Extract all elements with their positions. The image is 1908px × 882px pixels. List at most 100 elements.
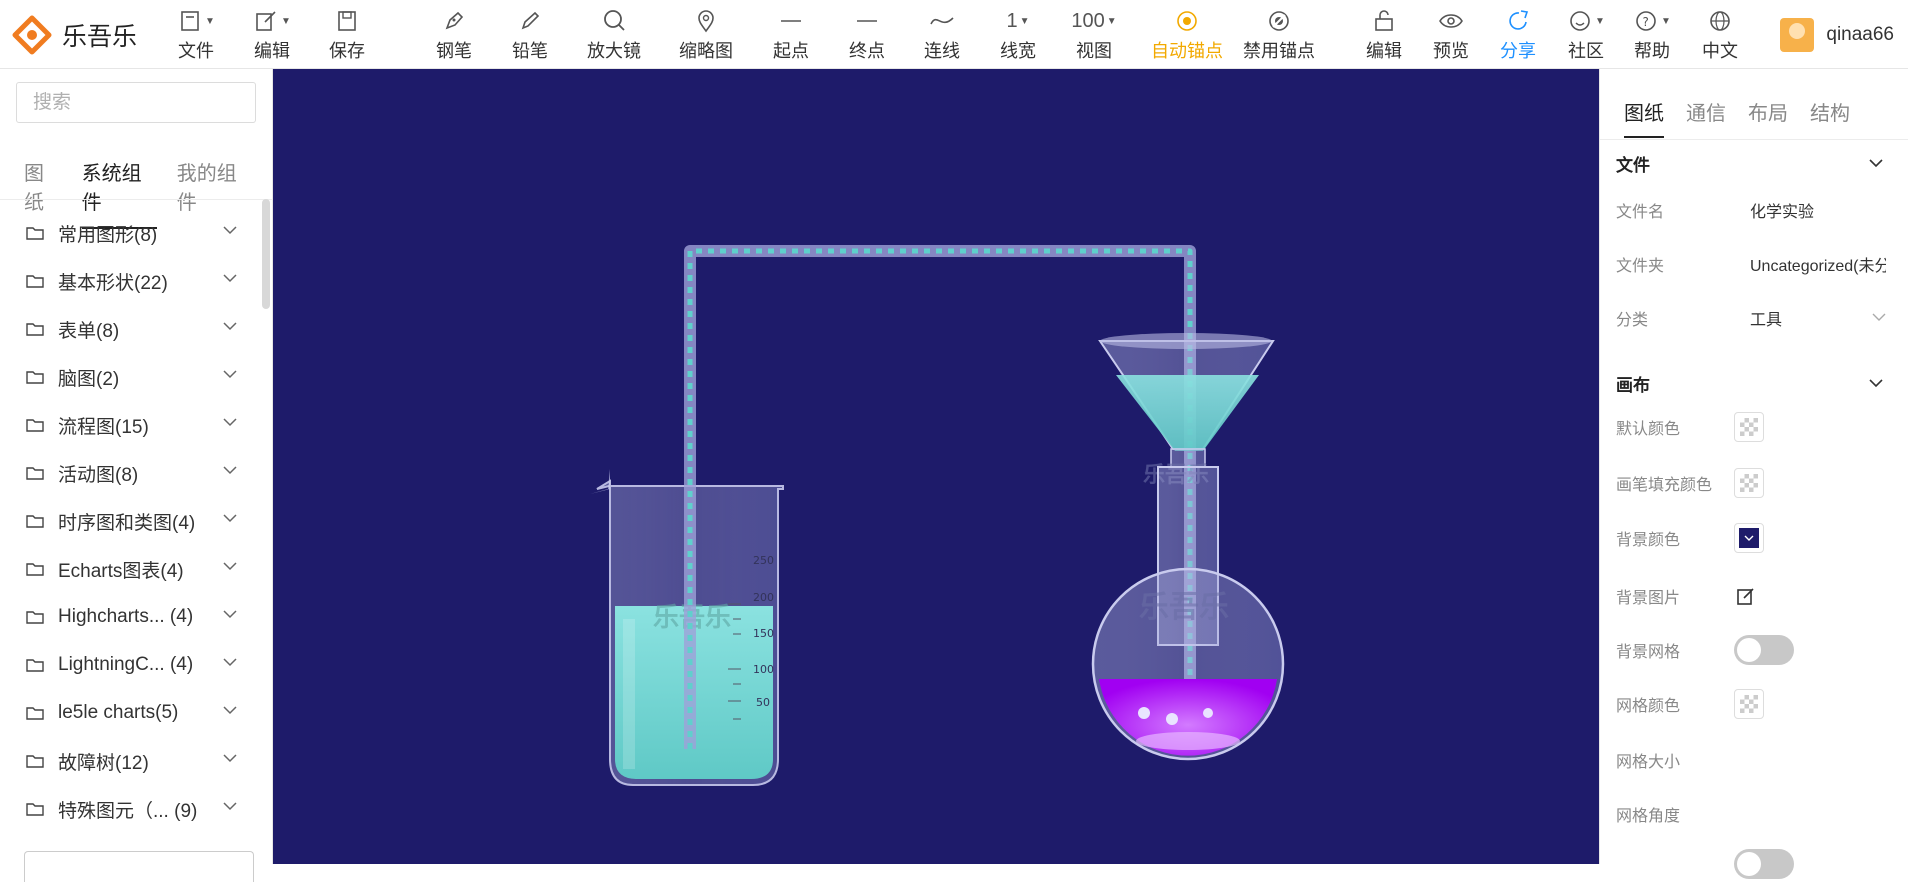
tab-drawing[interactable]: 图纸 — [1624, 97, 1664, 138]
chevron-down-icon — [223, 706, 237, 715]
share-button[interactable]: 分享 — [1482, 6, 1554, 64]
chevron-down-icon — [1872, 313, 1886, 321]
sidebar-scrollbar[interactable] — [262, 199, 270, 309]
drawing-canvas[interactable]: 乐吾乐 250 200 150 100 50 乐吾乐 — [273, 69, 1599, 864]
language-switch[interactable]: 中文 — [1684, 6, 1756, 64]
chevron-down-icon — [223, 562, 237, 571]
folder-icon — [26, 755, 44, 768]
end-point-tool[interactable]: 终点 — [831, 6, 903, 64]
pencil-tool[interactable]: 铅笔 — [494, 6, 566, 64]
bg-color-row: 背景颜色 — [1616, 523, 1896, 553]
lock-open-icon — [1375, 10, 1393, 31]
app-logo[interactable]: 乐吾乐 — [12, 14, 137, 56]
svg-text:?: ? — [1643, 15, 1649, 29]
magnifier-tool[interactable]: 放大镜 — [578, 6, 650, 64]
zoom-select[interactable]: 100 ▼ 视图 — [1058, 6, 1130, 64]
tab-structure[interactable]: 结构 — [1810, 97, 1850, 138]
folder-icon — [26, 707, 44, 720]
community-menu[interactable]: ▼ 社区 — [1550, 6, 1622, 64]
edit-menu[interactable]: ▼ 编辑 — [236, 6, 308, 64]
auto-anchor-toggle[interactable]: 自动锚点 — [1150, 6, 1224, 64]
chevron-down-icon: ▼ — [1661, 15, 1671, 27]
grid-size-label: 网格大小 — [1616, 754, 1681, 771]
bg-color-label: 背景颜色 — [1616, 532, 1681, 549]
category-label: le5le charts(5) — [58, 702, 179, 723]
category-item[interactable]: LightningC... (4) — [0, 641, 262, 689]
round-bottom-flask[interactable]: 乐吾乐 — [1091, 466, 1285, 761]
tab-layout[interactable]: 布局 — [1748, 97, 1788, 138]
bg-color-picker[interactable] — [1734, 523, 1764, 553]
category-item[interactable]: Highcharts... (4) — [0, 593, 262, 641]
sidebar-bottom-button[interactable] — [24, 851, 254, 882]
next-setting-toggle[interactable] — [1734, 849, 1794, 879]
help-menu[interactable]: ? ▼ 帮助 — [1616, 6, 1688, 64]
magnifier-icon — [604, 10, 625, 31]
file-menu[interactable]: ▼ 文件 — [160, 6, 232, 64]
bg-grid-toggle[interactable] — [1734, 635, 1794, 665]
edit-mode-button[interactable]: 编辑 — [1348, 6, 1420, 64]
save-label: 保存 — [329, 41, 365, 61]
category-item[interactable]: Echarts图表(4) — [0, 545, 262, 593]
thumbnail-label: 缩略图 — [679, 41, 733, 61]
line-width-select[interactable]: 1 ▼ 线宽 — [982, 6, 1054, 64]
file-section-header[interactable]: 文件 — [1616, 148, 1888, 178]
bg-grid-label: 背景网格 — [1616, 644, 1681, 661]
category-item[interactable]: le5le charts(5) — [0, 689, 262, 737]
funnel[interactable]: 乐吾乐 — [1098, 333, 1275, 488]
component-category-list: 常用图形(8) 基本形状(22) 表单(8) 脑图(2) 流程图(15) 活动图(8) 时序… — [0, 209, 262, 833]
default-color-label: 默认颜色 — [1616, 421, 1681, 438]
user-menu[interactable]: qinaa66 — [1780, 18, 1894, 52]
folder-icon — [26, 227, 44, 240]
file-name-value[interactable]: 化学实验 — [1750, 198, 1886, 222]
end-label: 终点 — [849, 41, 885, 61]
search-box — [16, 82, 256, 123]
magnifier-label: 放大镜 — [587, 41, 641, 61]
category-item[interactable]: 常用图形(8) — [0, 209, 262, 257]
category-label: 脑图(2) — [58, 368, 120, 390]
folder-value[interactable]: Uncategorized(未分 — [1750, 252, 1886, 276]
divider — [1600, 139, 1908, 140]
folder-icon — [26, 515, 44, 528]
edit-icon — [256, 11, 276, 31]
next-toggle-row — [1616, 849, 1896, 879]
thumbnail-tool[interactable]: 缩略图 — [670, 6, 742, 64]
folder-icon — [26, 419, 44, 432]
save-button[interactable]: 保存 — [311, 6, 383, 64]
connect-label: 连线 — [924, 41, 960, 61]
language-label: 中文 — [1702, 41, 1738, 61]
category-item[interactable]: 特殊图元（... (9) — [0, 785, 262, 833]
chevron-down-icon — [223, 610, 237, 619]
category-item[interactable]: 流程图(15) — [0, 401, 262, 449]
start-label: 起点 — [773, 41, 809, 61]
grid-color-picker[interactable] — [1734, 689, 1764, 719]
category-item[interactable]: 脑图(2) — [0, 353, 262, 401]
folder-icon — [26, 803, 44, 816]
category-item[interactable]: 故障树(12) — [0, 737, 262, 785]
folder-icon — [26, 371, 44, 384]
category-label: 特殊图元（... (9) — [58, 800, 198, 822]
category-item[interactable]: 活动图(8) — [0, 449, 262, 497]
category-select[interactable]: 工具 — [1750, 306, 1886, 330]
canvas-watermark: 乐吾乐 — [1139, 590, 1229, 625]
category-item[interactable]: 时序图和类图(4) — [0, 497, 262, 545]
category-item[interactable]: 表单(8) — [0, 305, 262, 353]
edit-image-icon[interactable] — [1736, 586, 1756, 606]
start-point-tool[interactable]: 起点 — [755, 6, 827, 64]
username: qinaa66 — [1826, 24, 1894, 45]
connect-tool[interactable]: 连线 — [906, 6, 978, 64]
share-label: 分享 — [1500, 41, 1536, 61]
category-label: LightningC... (4) — [58, 654, 194, 675]
avatar — [1780, 18, 1815, 52]
search-input[interactable] — [17, 83, 255, 123]
pen-tool[interactable]: 钢笔 — [418, 6, 490, 64]
canvas-section-header[interactable]: 画布 — [1616, 368, 1888, 398]
category-label: 故障树(12) — [58, 752, 149, 774]
preview-button[interactable]: 预览 — [1415, 6, 1487, 64]
tab-communication[interactable]: 通信 — [1686, 97, 1726, 138]
disable-anchor-toggle[interactable]: 禁用锚点 — [1240, 6, 1318, 64]
pen-fill-color-picker[interactable] — [1734, 468, 1764, 498]
right-tabs: 图纸 通信 布局 结构 — [1624, 97, 1872, 138]
category-label: 基本形状(22) — [58, 272, 168, 294]
default-color-picker[interactable] — [1734, 412, 1764, 442]
category-item[interactable]: 基本形状(22) — [0, 257, 262, 305]
